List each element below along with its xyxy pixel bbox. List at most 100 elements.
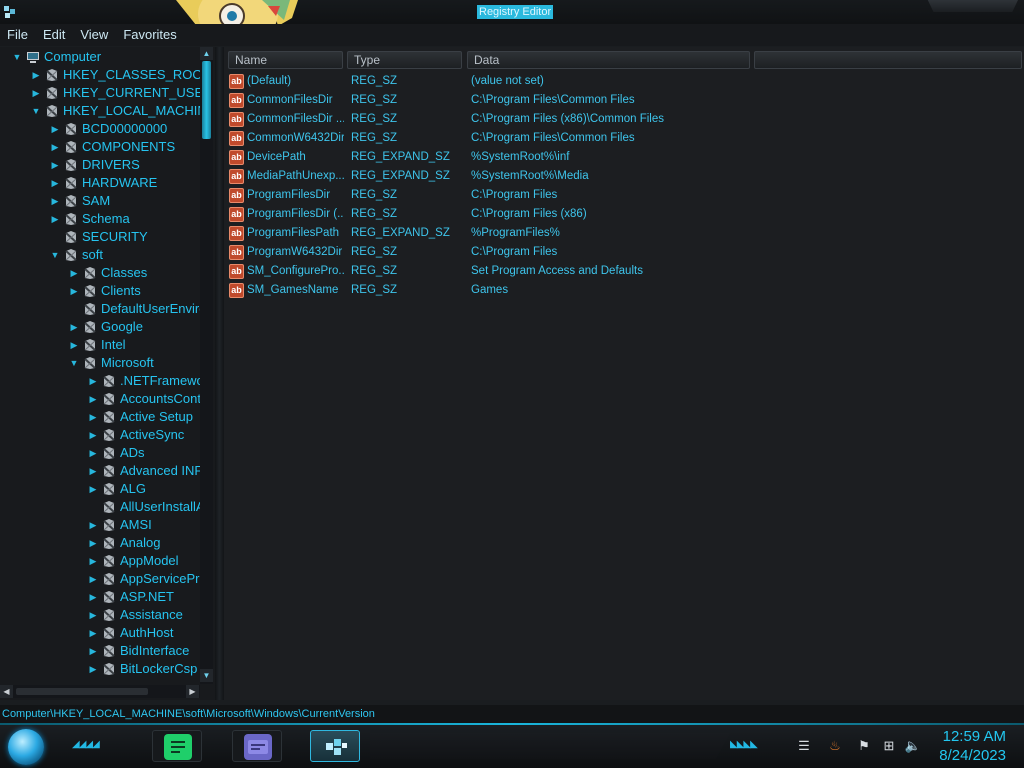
expand-arrow-icon[interactable]: ▶ [68, 285, 80, 297]
value-row[interactable]: ab DevicePath REG_EXPAND_SZ %SystemRoot%\in… [224, 148, 1024, 167]
tree-item[interactable]: ▶ ASP.NET [0, 588, 200, 606]
tree-item[interactable]: ▶ ALG [0, 480, 200, 498]
tree-item[interactable]: ▶ .NETFramework [0, 372, 200, 390]
tree-item[interactable]: ▶ Intel [0, 336, 200, 354]
expand-arrow-icon[interactable]: ▶ [87, 537, 99, 549]
tree-item[interactable]: ▼ Computer [0, 48, 200, 66]
flag-icon[interactable]: ⚑ [855, 737, 873, 755]
expand-arrow-icon[interactable]: ▶ [87, 483, 99, 495]
tree-item[interactable]: ▶ Assistance [0, 606, 200, 624]
tree-item[interactable]: ▶ DRIVERS [0, 156, 200, 174]
show-hidden-icons-icon[interactable]: ☰ [795, 737, 813, 755]
expand-arrow-icon[interactable]: ▶ [87, 519, 99, 531]
tree-vertical-scroll-thumb[interactable] [202, 61, 211, 139]
title-bar[interactable]: Registry Editor [0, 0, 1024, 24]
tree-item[interactable]: ▶ ADs [0, 444, 200, 462]
tree-item[interactable]: ▶ AMSI [0, 516, 200, 534]
volume-icon[interactable]: 🔈 [904, 737, 922, 755]
menu-edit[interactable]: Edit [36, 24, 73, 46]
tree-item[interactable]: ▶ Schema [0, 210, 200, 228]
menu-file[interactable]: File [0, 24, 36, 46]
expand-arrow-icon[interactable]: ▶ [49, 159, 61, 171]
tree-item[interactable]: DefaultUserEnvironment [0, 300, 200, 318]
menu-view[interactable]: View [73, 24, 116, 46]
tree-item[interactable]: ▶ SAM [0, 192, 200, 210]
tree-item[interactable]: ▶ HKEY_CLASSES_ROOT [0, 66, 200, 84]
column-header-name[interactable]: Name [228, 51, 343, 69]
collapse-arrow-icon[interactable]: ▼ [49, 249, 61, 261]
tree-item[interactable]: ▶ BCD00000000 [0, 120, 200, 138]
tree-item[interactable]: ▶ HKEY_CURRENT_USER [0, 84, 200, 102]
scroll-up-arrow-icon[interactable]: ▲ [200, 47, 213, 60]
tree-item[interactable]: ▼ soft [0, 246, 200, 264]
taskbar-registry-editor[interactable] [310, 730, 360, 762]
value-row[interactable]: ab ProgramFilesDir REG_SZ C:\Program Files [224, 186, 1024, 205]
expand-arrow-icon[interactable]: ▶ [87, 555, 99, 567]
value-row[interactable]: ab ProgramW6432Dir REG_SZ C:\Program Files [224, 243, 1024, 262]
value-row[interactable]: ab ProgramFilesDir (... REG_SZ C:\Program F… [224, 205, 1024, 224]
scroll-right-arrow-icon[interactable]: ▶ [186, 685, 199, 698]
expand-arrow-icon[interactable]: ▶ [68, 339, 80, 351]
tree-item[interactable]: ▼ Microsoft [0, 354, 200, 372]
value-row[interactable]: ab (Default) REG_SZ (value not set) [224, 72, 1024, 91]
tree-item[interactable]: ▶ AppModel [0, 552, 200, 570]
registry-editor-icon[interactable] [2, 4, 18, 20]
value-row[interactable]: ab CommonFilesDir REG_SZ C:\Program Files\C… [224, 91, 1024, 110]
pane-splitter[interactable] [215, 47, 224, 700]
expand-arrow-icon[interactable]: ▶ [87, 411, 99, 423]
column-header-type[interactable]: Type [347, 51, 462, 69]
expand-arrow-icon[interactable]: ▶ [49, 213, 61, 225]
expand-arrow-icon[interactable]: ▶ [49, 123, 61, 135]
taskbar-notes-app[interactable] [152, 730, 202, 762]
tree-item[interactable]: ▶ Clients [0, 282, 200, 300]
tree-item[interactable]: ▶ COMPONENTS [0, 138, 200, 156]
value-row[interactable]: ab CommonFilesDir ... REG_SZ C:\Program Fil… [224, 110, 1024, 129]
value-row[interactable]: ab SM_ConfigurePro... REG_SZ Set Program Ac… [224, 262, 1024, 281]
expand-arrow-icon[interactable]: ▶ [87, 393, 99, 405]
tree-item[interactable]: ▶ AccountsControl [0, 390, 200, 408]
expand-arrow-icon[interactable]: ▶ [87, 627, 99, 639]
taskbar-id-card-app[interactable] [232, 730, 282, 762]
value-row[interactable]: ab ProgramFilesPath REG_EXPAND_SZ %ProgramF… [224, 224, 1024, 243]
expand-arrow-icon[interactable]: ▶ [87, 447, 99, 459]
expand-arrow-icon[interactable]: ▶ [49, 141, 61, 153]
tree-item[interactable]: ▶ Advanced INF Setup [0, 462, 200, 480]
value-row[interactable]: ab CommonW6432Dir REG_SZ C:\Program Files\C… [224, 129, 1024, 148]
tree-item[interactable]: ▶ BidInterface [0, 642, 200, 660]
tree-item[interactable]: SECURITY [0, 228, 200, 246]
tree-item[interactable]: ▶ ActiveSync [0, 426, 200, 444]
tree-item[interactable]: ▶ AppServiceProtocols [0, 570, 200, 588]
menu-favorites[interactable]: Favorites [116, 24, 184, 46]
collapse-arrow-icon[interactable]: ▼ [68, 357, 80, 369]
expand-arrow-icon[interactable]: ▶ [49, 195, 61, 207]
expand-arrow-icon[interactable]: ▶ [87, 573, 99, 585]
tree-item[interactable]: ▶ Google [0, 318, 200, 336]
value-row[interactable]: ab SM_GamesName REG_SZ Games [224, 281, 1024, 300]
expand-arrow-icon[interactable]: ▶ [68, 267, 80, 279]
value-row[interactable]: ab MediaPathUnexp... REG_EXPAND_SZ %SystemR… [224, 167, 1024, 186]
expand-arrow-icon[interactable]: ▶ [87, 591, 99, 603]
expand-arrow-icon[interactable]: ▶ [87, 645, 99, 657]
column-header-data[interactable]: Data [467, 51, 750, 69]
tree-vertical-scrollbar[interactable]: ▲ ▼ [200, 47, 213, 684]
java-icon[interactable]: ♨ [826, 737, 844, 755]
expand-arrow-icon[interactable]: ▶ [68, 321, 80, 333]
expand-arrow-icon[interactable]: ▶ [87, 375, 99, 387]
scroll-left-arrow-icon[interactable]: ◀ [0, 685, 13, 698]
scroll-down-arrow-icon[interactable]: ▼ [200, 669, 213, 682]
expand-arrow-icon[interactable]: ▶ [87, 429, 99, 441]
tree-item[interactable]: ▶ Analog [0, 534, 200, 552]
tree-item[interactable]: ▶ AuthHost [0, 624, 200, 642]
clock[interactable]: 12:59 AM 8/24/2023 [939, 727, 1006, 765]
tree-item[interactable]: ▶ HARDWARE [0, 174, 200, 192]
expand-arrow-icon[interactable]: ▶ [87, 663, 99, 675]
expand-arrow-icon[interactable]: ▶ [87, 465, 99, 477]
expand-arrow-icon[interactable]: ▶ [87, 609, 99, 621]
tree-item[interactable]: ▶ BitLockerCsp [0, 660, 200, 678]
expand-arrow-icon[interactable]: ▶ [30, 87, 42, 99]
tree-item[interactable]: ▶ Active Setup [0, 408, 200, 426]
expand-arrow-icon[interactable]: ▶ [30, 69, 42, 81]
tree-item[interactable]: ▶ Classes [0, 264, 200, 282]
tree-item[interactable]: AllUserInstallAgent [0, 498, 200, 516]
start-button[interactable] [8, 729, 44, 765]
